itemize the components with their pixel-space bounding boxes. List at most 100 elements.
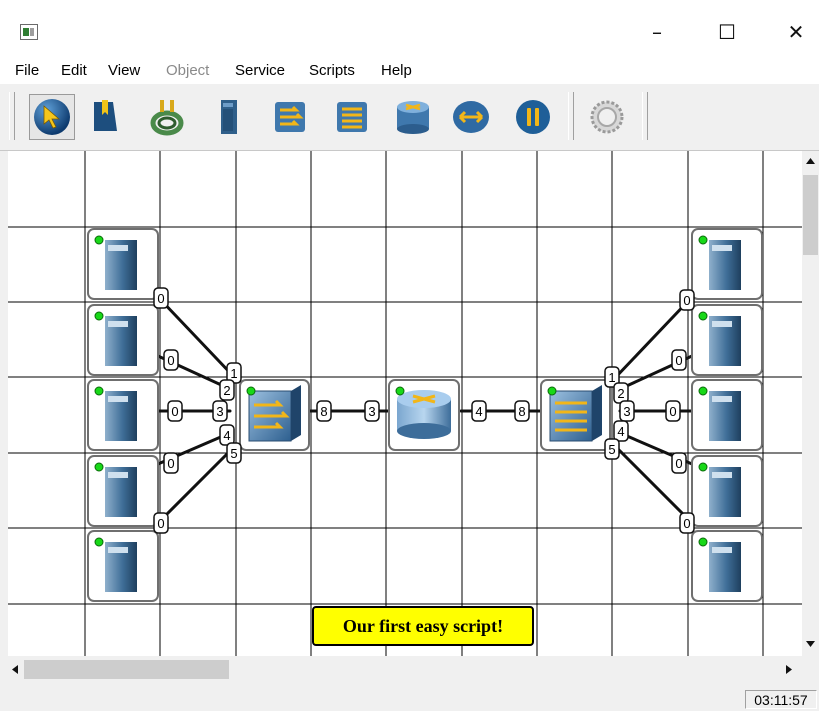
port-label-text: 0 bbox=[675, 353, 682, 368]
tool-bookmark[interactable] bbox=[82, 94, 128, 140]
port-label: 0 bbox=[163, 349, 179, 371]
scroll-corner bbox=[802, 656, 819, 683]
port-label-text: 2 bbox=[617, 386, 624, 401]
menu-object: Object bbox=[166, 62, 210, 79]
port-label: 0 bbox=[167, 400, 183, 422]
scroll-up-icon[interactable] bbox=[806, 158, 815, 164]
status-led-icon bbox=[698, 537, 708, 547]
tool-cable[interactable] bbox=[144, 94, 190, 140]
port-label: 0 bbox=[671, 452, 687, 474]
port-label-text: 5 bbox=[230, 446, 237, 461]
cable-icon bbox=[150, 100, 184, 136]
port-label-text: 0 bbox=[683, 293, 690, 308]
computer-left-2[interactable] bbox=[87, 304, 159, 376]
port-label: 4 bbox=[471, 400, 487, 422]
menu-service[interactable]: Service bbox=[235, 62, 285, 79]
port-label-text: 3 bbox=[216, 404, 223, 419]
toolbar-separator bbox=[568, 92, 574, 140]
tool-router[interactable] bbox=[390, 94, 436, 140]
tool-hub[interactable] bbox=[329, 94, 375, 140]
menu-bar: File Edit View Object Service Scripts He… bbox=[0, 58, 819, 84]
port-label-text: 4 bbox=[223, 428, 230, 443]
pause-icon bbox=[516, 100, 550, 134]
close-button[interactable]: ✕ bbox=[773, 14, 819, 50]
menu-file[interactable]: File bbox=[15, 62, 39, 79]
status-led-icon bbox=[94, 537, 104, 547]
select-arrow-icon bbox=[34, 99, 70, 135]
port-label-text: 0 bbox=[157, 516, 164, 531]
port-label: 2 bbox=[219, 379, 235, 401]
gear-icon bbox=[590, 100, 624, 134]
port-label-text: 0 bbox=[167, 353, 174, 368]
port-label: 0 bbox=[153, 512, 169, 534]
menu-view[interactable]: View bbox=[108, 62, 140, 79]
computer-right-5[interactable] bbox=[691, 530, 763, 602]
port-label-text: 3 bbox=[368, 404, 375, 419]
computer-left-1[interactable] bbox=[87, 228, 159, 300]
port-label: 4 bbox=[613, 420, 629, 442]
computer-left-4[interactable] bbox=[87, 455, 159, 527]
port-label-text: 0 bbox=[157, 291, 164, 306]
port-label-text: 1 bbox=[608, 370, 615, 385]
status-led-icon bbox=[698, 311, 708, 321]
status-led-icon bbox=[698, 386, 708, 396]
toolbar-grip[interactable] bbox=[9, 92, 15, 140]
network-canvas[interactable]: 0 0 0 0 0 1 2 3 4 5 8 3 4 8 1 2 3 4 5 0 … bbox=[8, 151, 802, 656]
port-label: 8 bbox=[514, 400, 530, 422]
script-note[interactable]: Our first easy script! bbox=[312, 606, 534, 646]
toolbar bbox=[0, 86, 819, 151]
menu-scripts[interactable]: Scripts bbox=[309, 62, 355, 79]
bookmark-icon bbox=[94, 100, 117, 131]
network-diagram: 0 0 0 0 0 1 2 3 4 5 8 3 4 8 1 2 3 4 5 0 … bbox=[8, 151, 802, 656]
status-led-icon bbox=[547, 386, 557, 396]
horizontal-scrollbar[interactable] bbox=[8, 656, 802, 683]
port-label-text: 0 bbox=[171, 404, 178, 419]
port-label: 3 bbox=[212, 400, 228, 422]
menu-edit[interactable]: Edit bbox=[61, 62, 87, 79]
computer-right-4[interactable] bbox=[691, 455, 763, 527]
computer-icon bbox=[221, 100, 237, 134]
port-label: 3 bbox=[619, 400, 635, 422]
minimize-button[interactable]: – bbox=[634, 14, 680, 50]
port-label-text: 1 bbox=[230, 366, 237, 381]
bridge-icon bbox=[453, 101, 489, 133]
vertical-scroll-thumb[interactable] bbox=[803, 175, 818, 255]
status-led-icon bbox=[246, 386, 256, 396]
port-label-text: 2 bbox=[223, 383, 230, 398]
port-label-text: 4 bbox=[617, 424, 624, 439]
port-label-text: 4 bbox=[475, 404, 482, 419]
computer-right-1[interactable] bbox=[691, 228, 763, 300]
tool-select[interactable] bbox=[29, 94, 75, 140]
switch-left[interactable] bbox=[239, 379, 310, 451]
hub-icon bbox=[337, 102, 367, 132]
router-center[interactable] bbox=[388, 379, 460, 451]
computer-left-3[interactable] bbox=[87, 379, 159, 451]
scroll-right-icon[interactable] bbox=[786, 665, 792, 674]
hub-right[interactable] bbox=[540, 379, 611, 451]
horizontal-scroll-thumb[interactable] bbox=[24, 660, 229, 679]
vertical-scrollbar[interactable] bbox=[802, 151, 819, 656]
computer-right-3[interactable] bbox=[691, 379, 763, 451]
tool-computer[interactable] bbox=[205, 94, 251, 140]
port-label: 0 bbox=[665, 400, 681, 422]
port-label: 8 bbox=[316, 400, 332, 422]
tool-switch[interactable] bbox=[267, 94, 313, 140]
port-label: 0 bbox=[679, 289, 695, 311]
port-label-text: 0 bbox=[683, 516, 690, 531]
port-label: 0 bbox=[153, 287, 169, 309]
port-label-text: 3 bbox=[623, 404, 630, 419]
tool-pause[interactable] bbox=[510, 94, 556, 140]
port-label-text: 5 bbox=[608, 442, 615, 457]
tool-bridge[interactable] bbox=[448, 94, 494, 140]
menu-help[interactable]: Help bbox=[381, 62, 412, 79]
title-bar: – ☐ ✕ bbox=[0, 0, 819, 58]
port-label-text: 8 bbox=[320, 404, 327, 419]
status-led-icon bbox=[395, 386, 405, 396]
status-led-icon bbox=[698, 235, 708, 245]
port-label: 3 bbox=[364, 400, 380, 422]
maximize-button[interactable]: ☐ bbox=[704, 14, 750, 50]
app-window: – ☐ ✕ File Edit View Object Service Scri… bbox=[0, 0, 819, 711]
computer-left-5[interactable] bbox=[87, 530, 159, 602]
scroll-down-icon[interactable] bbox=[806, 641, 815, 647]
computer-right-2[interactable] bbox=[691, 304, 763, 376]
